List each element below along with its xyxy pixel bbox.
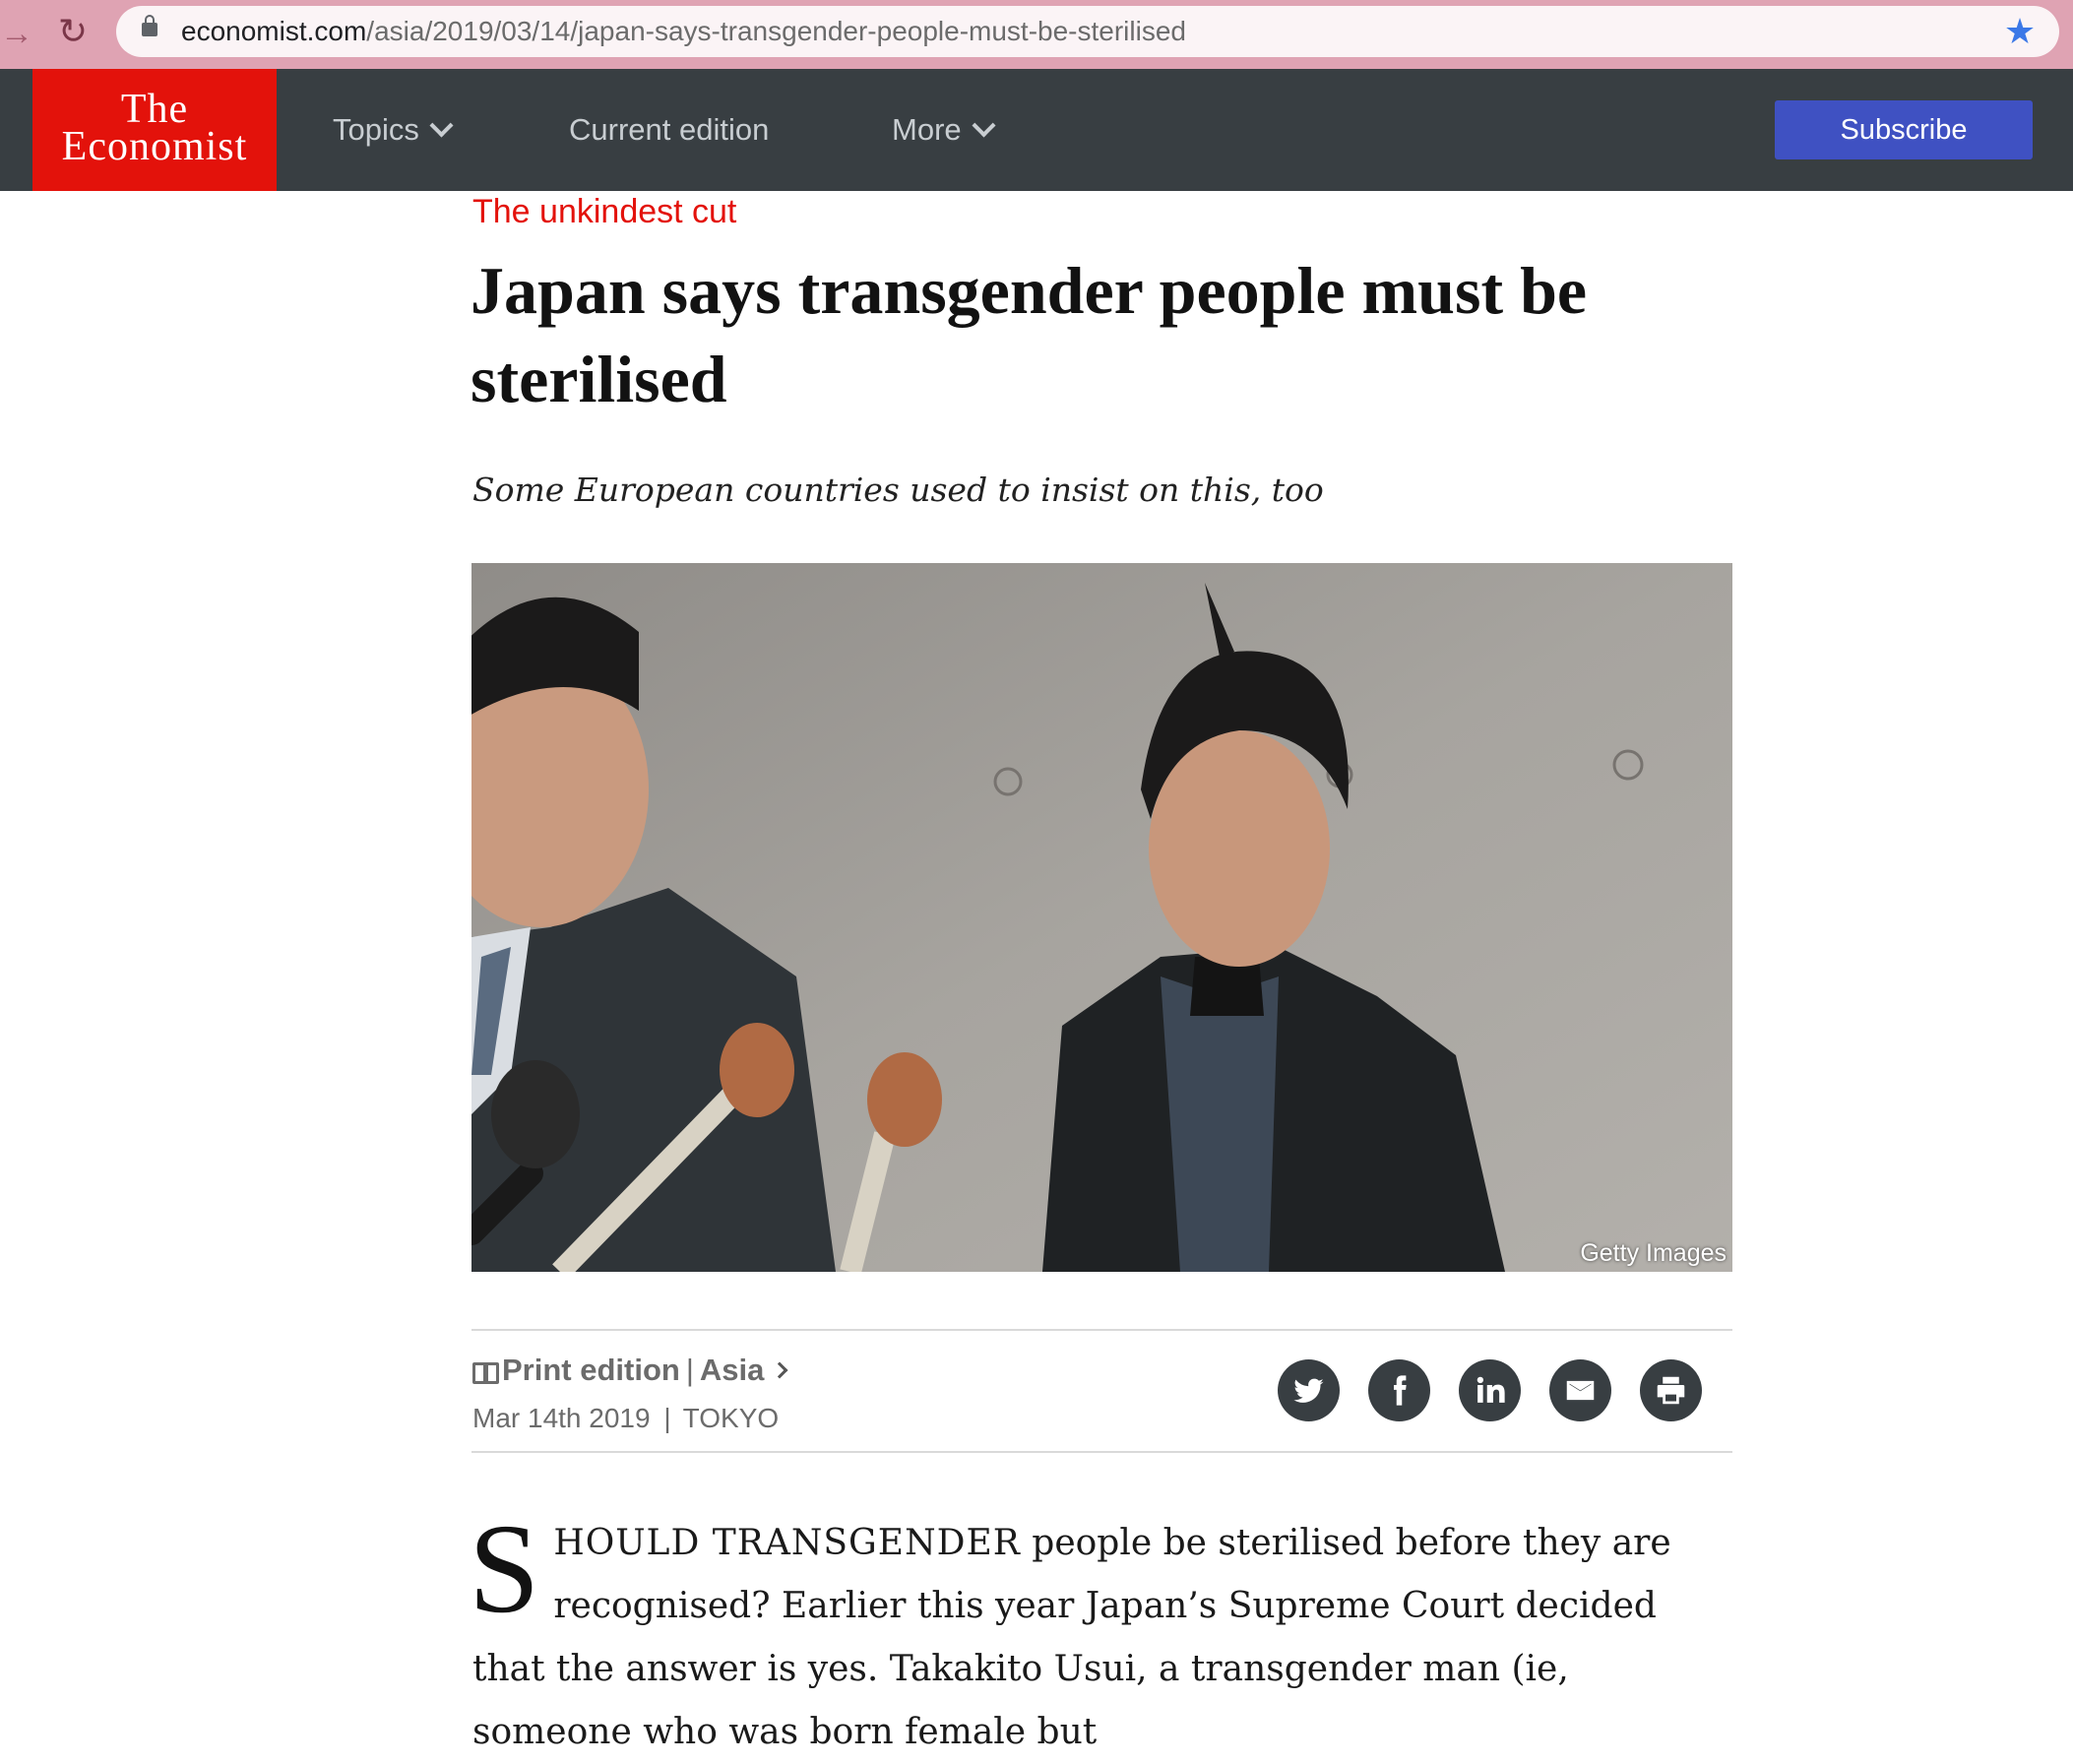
linkedin-icon xyxy=(1476,1376,1505,1403)
article-date: Mar 14th 2019 xyxy=(472,1403,651,1433)
nav-more-label: More xyxy=(892,112,962,147)
article-rubric: The unkindest cut xyxy=(472,193,737,230)
article-body-paragraph: S HOULD TRANSGENDER people be sterilised … xyxy=(469,1498,1732,1764)
article-subhead: Some European countries used to insist o… xyxy=(472,471,1324,509)
url-text: economist.com/asia/2019/03/14/japan-says… xyxy=(181,6,1186,57)
logo-line-2: Economist xyxy=(61,124,248,169)
bottom-divider xyxy=(471,1451,1732,1453)
section-link[interactable]: Asia xyxy=(700,1353,764,1387)
email-icon xyxy=(1566,1380,1595,1401)
chevron-right-icon xyxy=(771,1361,788,1379)
nav-current-edition-label: Current edition xyxy=(569,112,770,147)
nav-more[interactable]: More xyxy=(892,69,996,191)
lead-in-smallcaps: HOULD TRANSGENDER xyxy=(553,1523,1021,1563)
drop-cap: S xyxy=(469,1498,540,1640)
hero-image: Getty Images xyxy=(471,563,1732,1272)
share-email-button[interactable] xyxy=(1549,1359,1611,1421)
forward-arrow-icon[interactable]: → xyxy=(0,14,33,53)
twitter-icon xyxy=(1293,1378,1324,1403)
nav-topics-label: Topics xyxy=(333,112,419,147)
lock-icon xyxy=(142,15,157,36)
date-line: Mar 14th 2019 | TOKYO xyxy=(472,1400,779,1437)
url-host: economist.com xyxy=(181,16,367,46)
article-headline: Japan says transgender people must be st… xyxy=(471,253,1588,416)
chevron-down-icon xyxy=(429,113,454,138)
share-print-button[interactable] xyxy=(1640,1359,1702,1421)
bookmark-star-icon[interactable]: ★ xyxy=(1998,10,2042,53)
nav-current-edition[interactable]: Current edition xyxy=(569,69,769,191)
reload-icon[interactable]: ↻ xyxy=(51,10,94,53)
share-linkedin-button[interactable] xyxy=(1459,1359,1521,1421)
browser-toolbar: → ↻ economist.com/asia/2019/03/14/japan-… xyxy=(0,0,2073,69)
subscribe-button[interactable]: Subscribe xyxy=(1775,100,2033,159)
url-path: /asia/2019/03/14/japan-says-transgender-… xyxy=(366,16,1186,46)
print-icon xyxy=(1657,1376,1685,1405)
logo-line-1: The xyxy=(120,87,189,132)
print-edition-link[interactable]: Print edition xyxy=(502,1353,680,1387)
share-twitter-button[interactable] xyxy=(1278,1359,1340,1421)
separator: | xyxy=(685,1353,694,1387)
hero-photo-illustration xyxy=(471,563,1732,1272)
separator: | xyxy=(663,1403,671,1433)
book-icon xyxy=(472,1362,499,1384)
economist-logo[interactable]: The Economist xyxy=(32,69,277,191)
address-bar[interactable]: economist.com/asia/2019/03/14/japan-says… xyxy=(116,6,2059,57)
article-dateline: TOKYO xyxy=(682,1403,780,1433)
chevron-down-icon xyxy=(972,113,996,138)
share-facebook-button[interactable] xyxy=(1368,1359,1430,1421)
site-header: The Economist Topics Current edition Mor… xyxy=(0,69,2073,191)
image-credit: Getty Images xyxy=(1580,1239,1727,1267)
top-divider xyxy=(471,1329,1732,1331)
nav-topics[interactable]: Topics xyxy=(333,69,454,191)
section-breadcrumb: Print edition | Asia xyxy=(472,1351,788,1390)
facebook-icon xyxy=(1394,1375,1407,1406)
